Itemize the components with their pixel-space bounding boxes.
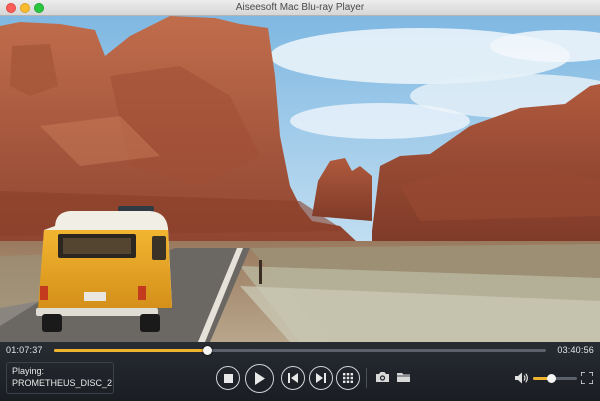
seek-bar[interactable] (54, 346, 546, 355)
toolbar-divider (366, 368, 367, 388)
control-bar: 01:07:37 03:40:56 Playing: PROMETHEUS_DI… (0, 342, 600, 401)
play-icon (255, 372, 265, 385)
now-playing-box: Playing: PROMETHEUS_DISC_2 (6, 362, 114, 394)
snapshot-button[interactable] (374, 370, 390, 384)
speaker-icon (515, 372, 528, 383)
current-time: 01:07:37 (6, 345, 43, 355)
mute-button[interactable] (515, 371, 529, 384)
open-folder-button[interactable] (395, 370, 411, 384)
fullscreen-icon (580, 371, 593, 384)
fullscreen-button[interactable] (580, 371, 593, 384)
previous-chapter-icon (288, 373, 298, 383)
window-title: Aiseesoft Mac Blu-ray Player (235, 2, 365, 13)
now-playing-title: PROMETHEUS_DISC_2 (12, 378, 113, 388)
folder-icon (396, 373, 410, 382)
menu-grid-icon (343, 373, 353, 383)
video-scene (0, 16, 600, 342)
total-duration: 03:40:56 (557, 345, 594, 355)
seek-progress (54, 349, 207, 352)
video-frame[interactable] (0, 16, 600, 342)
previous-chapter-button[interactable] (281, 366, 305, 390)
volume-slider[interactable] (533, 374, 577, 383)
next-chapter-icon (316, 373, 326, 383)
seek-handle[interactable] (202, 346, 212, 355)
volume-handle[interactable] (547, 374, 557, 383)
stop-button[interactable] (216, 366, 240, 390)
stop-icon (223, 373, 233, 383)
disc-menu-button[interactable] (336, 366, 360, 390)
play-button[interactable] (245, 364, 274, 393)
next-chapter-button[interactable] (309, 366, 333, 390)
now-playing-label: Playing: (12, 366, 45, 376)
camera-icon (375, 372, 389, 382)
title-bar: Aiseesoft Mac Blu-ray Player (0, 0, 600, 16)
